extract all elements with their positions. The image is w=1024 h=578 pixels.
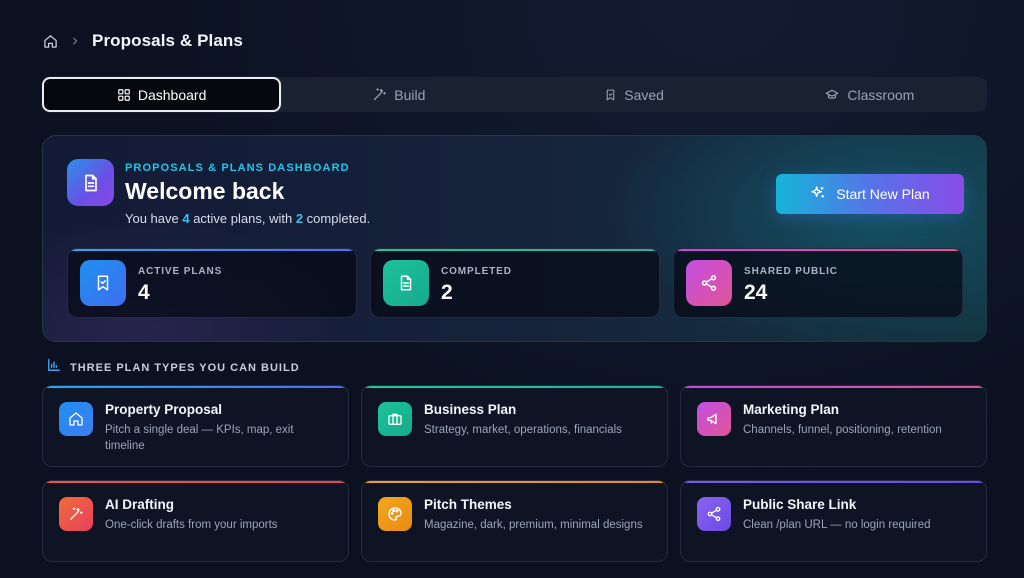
- tab-label: Dashboard: [137, 86, 207, 103]
- tab-classroom[interactable]: Classroom: [752, 77, 987, 112]
- bookmark-check-icon: [80, 260, 126, 306]
- grid-icon: [117, 88, 131, 102]
- tab-saved[interactable]: Saved: [517, 77, 752, 112]
- card-business-plan[interactable]: Business Plan Strategy, market, operatio…: [361, 385, 668, 467]
- home-icon[interactable]: [43, 34, 58, 49]
- card-title: Public Share Link: [743, 497, 857, 512]
- tab-label: Build: [394, 86, 426, 103]
- tab-dashboard[interactable]: Dashboard: [42, 77, 282, 112]
- welcome-title: Welcome back: [125, 178, 285, 204]
- home-icon: [59, 402, 93, 436]
- start-new-plan-button[interactable]: Start New Plan: [776, 174, 964, 214]
- subtitle-middle: active plans, with: [189, 211, 296, 226]
- section-header: THREE PLAN TYPES YOU CAN BUILD: [47, 358, 300, 377]
- stat-label: COMPLETED: [441, 266, 512, 277]
- magic-wand-icon: [59, 497, 93, 531]
- start-new-plan-label: Start New Plan: [836, 186, 930, 202]
- palette-icon: [378, 497, 412, 531]
- subtitle-suffix: completed.: [303, 211, 371, 226]
- card-description: Magazine, dark, premium, minimal designs: [424, 519, 643, 531]
- stat-completed: COMPLETED 2: [370, 248, 660, 318]
- stat-label: SHARED PUBLIC: [744, 266, 838, 277]
- card-description: Clean /plan URL — no login required: [743, 519, 931, 531]
- card-public-share-link[interactable]: Public Share Link Clean /plan URL — no l…: [680, 480, 987, 562]
- stat-shared-public: SHARED PUBLIC 24: [673, 248, 963, 318]
- card-title: AI Drafting: [105, 497, 174, 512]
- bookmark-icon: [604, 88, 617, 102]
- active-count: 4: [182, 211, 190, 226]
- card-pitch-themes[interactable]: Pitch Themes Magazine, dark, premium, mi…: [361, 480, 668, 562]
- bar-chart-icon: [47, 358, 61, 377]
- briefcase-icon: [378, 402, 412, 436]
- card-title: Property Proposal: [105, 402, 223, 417]
- sparkle-icon: [810, 185, 826, 204]
- tab-label: Saved: [624, 86, 664, 103]
- card-ai-drafting[interactable]: AI Drafting One-click drafts from your i…: [42, 480, 349, 562]
- stat-value: 4: [138, 281, 150, 304]
- breadcrumb: Proposals & Plans: [43, 30, 243, 52]
- stat-value: 24: [744, 281, 768, 304]
- tab-build[interactable]: Build: [281, 77, 516, 112]
- welcome-panel: PROPOSALS & PLANS DASHBOARD Welcome back…: [42, 135, 987, 342]
- magic-wand-icon: [372, 87, 387, 102]
- tab-bar: Dashboard Build Saved Classroom: [42, 77, 987, 112]
- stat-value: 2: [441, 281, 453, 304]
- completed-count: 2: [295, 211, 304, 226]
- card-description: Strategy, market, operations, financials: [424, 424, 622, 436]
- stat-label: ACTIVE PLANS: [138, 266, 223, 277]
- dashboard-kicker: PROPOSALS & PLANS DASHBOARD: [125, 162, 350, 174]
- card-title: Pitch Themes: [424, 497, 512, 512]
- document-icon: [383, 260, 429, 306]
- card-description: Channels, funnel, positioning, retention: [743, 424, 942, 436]
- document-icon: [67, 159, 114, 206]
- share-icon: [697, 497, 731, 531]
- stat-active-plans: ACTIVE PLANS 4: [67, 248, 357, 318]
- section-title: THREE PLAN TYPES YOU CAN BUILD: [70, 361, 300, 374]
- card-title: Business Plan: [424, 402, 517, 417]
- card-property-proposal[interactable]: Property Proposal Pitch a single deal — …: [42, 385, 349, 467]
- share-icon: [686, 260, 732, 306]
- tab-label: Classroom: [847, 86, 915, 103]
- graduation-cap-icon: [824, 88, 840, 102]
- chevron-right-icon: [70, 35, 80, 47]
- card-description: Pitch a single deal — KPIs, map, exit ti…: [105, 424, 294, 452]
- welcome-subtitle: You have 4 active plans, with 2 complete…: [125, 211, 370, 226]
- megaphone-icon: [697, 402, 731, 436]
- card-description: One-click drafts from your imports: [105, 519, 278, 531]
- card-title: Marketing Plan: [743, 402, 840, 417]
- page-title: Proposals & Plans: [92, 31, 243, 50]
- subtitle-prefix: You have: [125, 211, 183, 226]
- card-marketing-plan[interactable]: Marketing Plan Channels, funnel, positio…: [680, 385, 987, 467]
